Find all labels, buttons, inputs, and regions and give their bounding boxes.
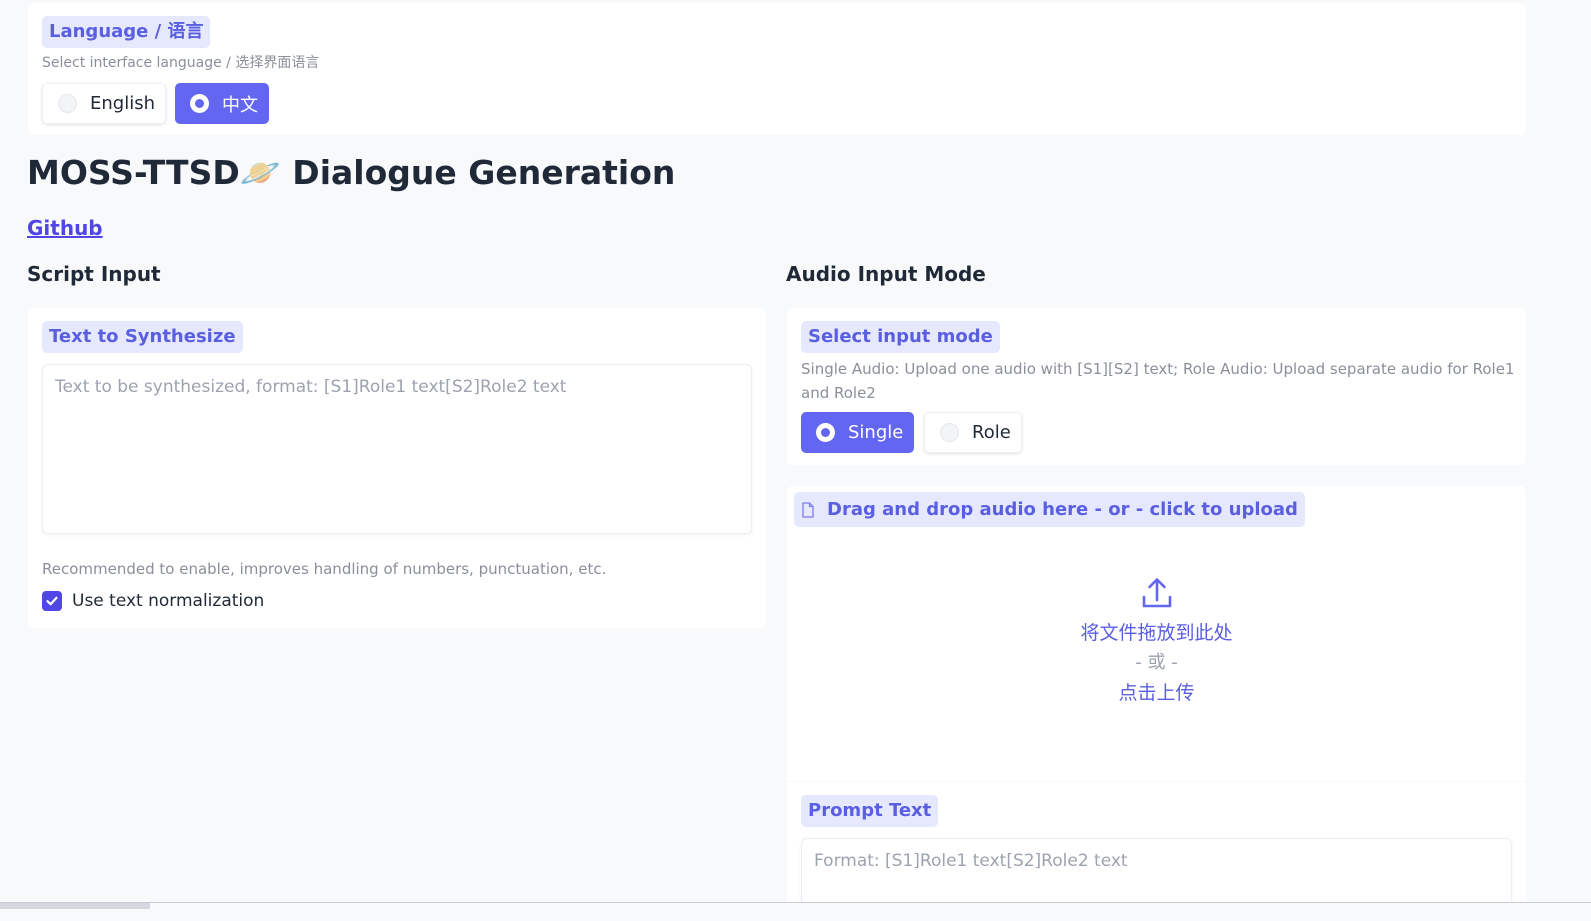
file-icon xyxy=(802,501,814,518)
audio-upload-label: Drag and drop audio here - or - click to… xyxy=(794,492,1305,527)
script-panel: Text to Synthesize Recommended to enable… xyxy=(28,308,766,628)
radio-selected-icon xyxy=(816,423,835,442)
drop-text: 将文件拖放到此处 xyxy=(1080,622,1233,644)
audio-upload-panel[interactable]: Drag and drop audio here - or - click to… xyxy=(787,486,1526,781)
language-info: Select interface language / 选择界面语言 xyxy=(42,55,320,71)
script-input-heading: Script Input xyxy=(27,262,161,286)
mode-option-label: Single xyxy=(848,422,904,443)
language-option-label: 中文 xyxy=(222,94,258,116)
input-mode-info: Single Audio: Upload one audio with [S1]… xyxy=(801,360,1515,402)
checkbox-checked-icon[interactable] xyxy=(42,591,62,611)
input-mode-panel: Select input mode Single Audio: Upload o… xyxy=(787,308,1526,465)
page-title: MOSS-TTSD🪐 Dialogue Generation xyxy=(27,153,676,192)
language-option-label: English xyxy=(90,93,155,114)
radio-selected-icon xyxy=(190,94,209,113)
radio-icon xyxy=(940,423,959,442)
prompt-text-label: Prompt Text xyxy=(801,795,939,827)
select-input-mode-label: Select input mode xyxy=(801,321,1000,353)
language-label: Language / 语言 xyxy=(42,16,211,48)
audio-input-mode-heading: Audio Input Mode xyxy=(786,262,986,286)
mode-option-role[interactable]: Role xyxy=(924,412,1022,453)
drop-zone[interactable]: 将文件拖放到此处 - 或 - 点击上传 xyxy=(787,566,1526,708)
prompt-text-panel: Prompt Text xyxy=(787,782,1526,921)
language-option-english[interactable]: English xyxy=(42,83,166,124)
github-link[interactable]: Github xyxy=(27,216,103,240)
upload-icon xyxy=(1142,578,1171,608)
language-panel: Language / 语言 Select interface language … xyxy=(28,3,1526,135)
bottom-scrollbar-track xyxy=(0,902,1591,921)
click-to-upload-text: 点击上传 xyxy=(1118,682,1195,704)
normalization-info: Recommended to enable, improves handling… xyxy=(42,560,607,578)
mode-option-single[interactable]: Single xyxy=(801,412,914,453)
bottom-scrollbar-thumb[interactable] xyxy=(0,903,150,909)
or-text: - 或 - xyxy=(1135,652,1178,673)
radio-icon xyxy=(58,94,77,113)
audio-upload-label-text: Drag and drop audio here - or - click to… xyxy=(827,498,1298,520)
normalization-checkbox-row[interactable]: Use text normalization xyxy=(42,591,264,611)
normalization-label: Use text normalization xyxy=(72,591,265,611)
text-to-synthesize-input[interactable] xyxy=(42,364,752,534)
mode-option-label: Role xyxy=(972,422,1011,443)
text-to-synthesize-label: Text to Synthesize xyxy=(42,321,243,353)
language-option-chinese[interactable]: 中文 xyxy=(175,83,269,124)
